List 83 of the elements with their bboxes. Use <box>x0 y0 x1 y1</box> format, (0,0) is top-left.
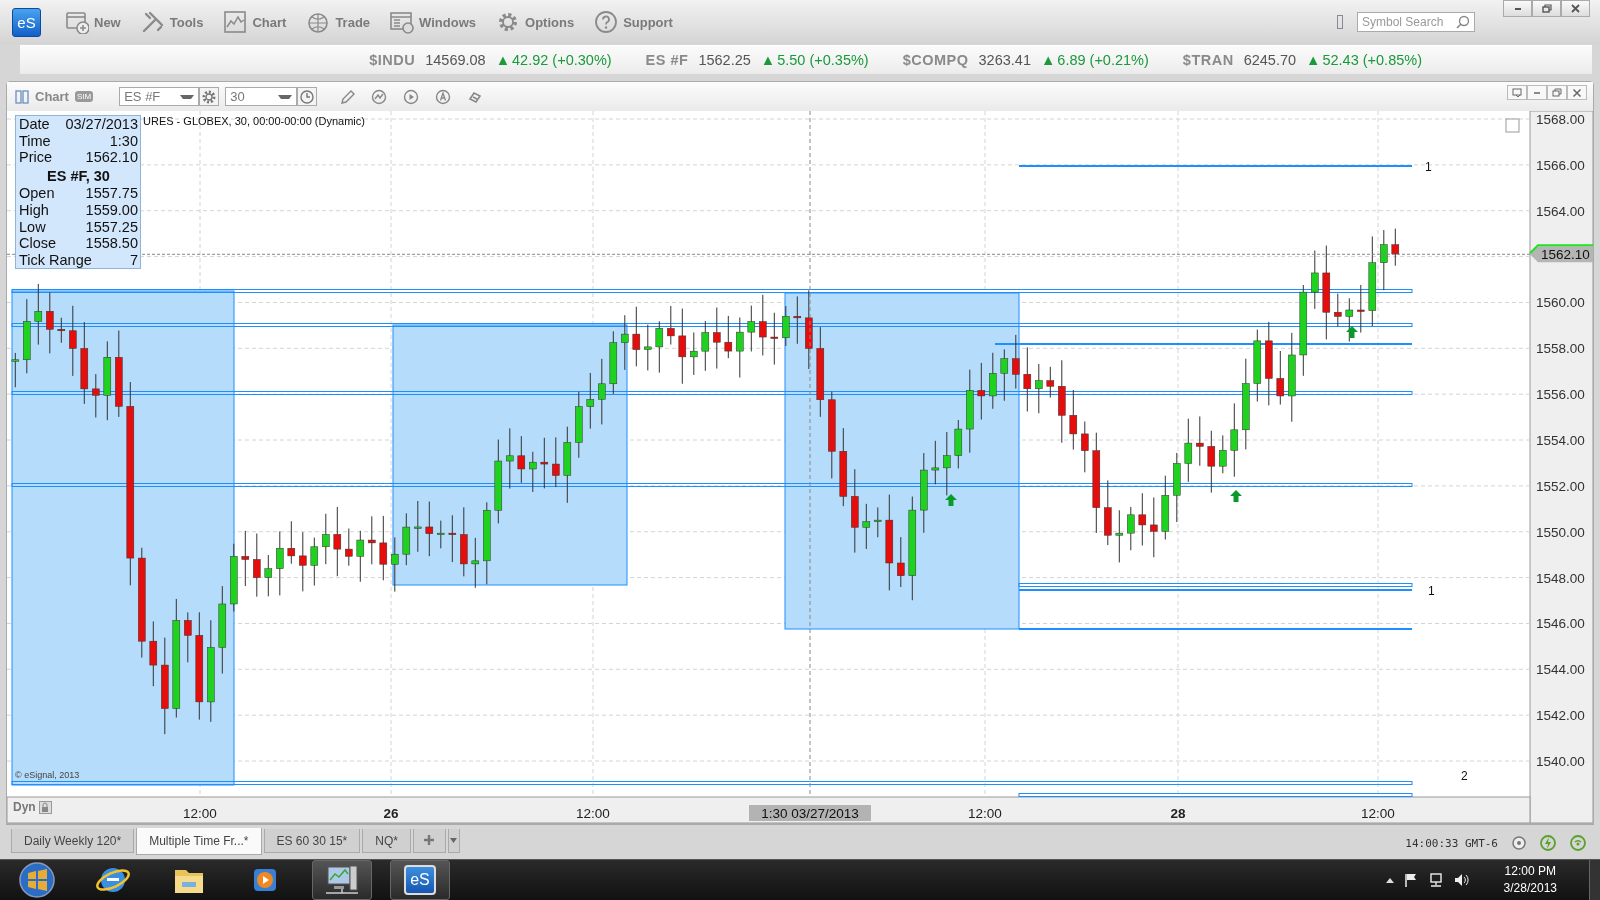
tab[interactable]: Multiple Time Fr...* <box>136 828 262 855</box>
time-label: 28 <box>1170 806 1186 821</box>
ticker-price: 1562.25 <box>698 52 751 68</box>
toolbar-button[interactable]: Chart <box>219 8 291 36</box>
data-value: 1558.50 <box>85 235 138 252</box>
data-label: Close <box>19 235 57 252</box>
line-label: 1 <box>1425 160 1432 174</box>
toolbar-button[interactable]: Windows <box>386 8 480 36</box>
data-label: High <box>19 201 49 219</box>
toolbar-button[interactable]: Support <box>590 8 677 36</box>
ticker-change: 5.50 (+0.35%) <box>777 52 869 68</box>
data-value: 03/27/2013 <box>65 116 138 133</box>
data-label: Tick Range <box>19 251 92 269</box>
data-heading: ES #F, 30 <box>46 167 111 185</box>
copyright-text: © eSignal, 2013 <box>15 770 80 780</box>
price-label: 1544.00 <box>1536 662 1585 678</box>
line-label: 2 <box>1461 769 1468 783</box>
price-label: 1556.00 <box>1536 387 1585 403</box>
change-arrow: ▲ <box>760 52 776 68</box>
price-label: 1558.00 <box>1536 341 1585 357</box>
symbol-dropdown[interactable]: ES #F <box>119 87 200 106</box>
toolbar-button[interactable]: Tools <box>136 8 208 36</box>
ticker-price: 6245.70 <box>1243 52 1297 68</box>
ticker-price: 3263.41 <box>978 52 1031 68</box>
price-label: 1554.00 <box>1536 433 1585 448</box>
toolbar-button[interactable]: Trade <box>302 8 375 36</box>
price-label: 1552.00 <box>1536 478 1585 494</box>
ticker-price: 14569.08 <box>425 52 486 68</box>
price-label: 1568.00 <box>1536 112 1585 127</box>
taskbar-button[interactable]: eS <box>390 860 450 900</box>
data-value: 1557.75 <box>85 185 138 202</box>
data-value: 1557.25 <box>85 218 138 236</box>
crosshair-time-label: 1:30 03/27/2013 <box>749 805 871 821</box>
data-label: Date <box>19 116 50 133</box>
time-label: 12:00 <box>576 806 610 821</box>
ticker-symbol[interactable]: $TRAN <box>1182 52 1234 68</box>
ticker-symbol[interactable]: ES #F <box>645 52 689 68</box>
current-price-tag: 1562.10 <box>1529 244 1593 263</box>
status-time: 14:00:33 GMT-6 <box>1405 836 1498 850</box>
ticker-change: 52.43 (+0.85%) <box>1322 52 1422 68</box>
price-label: 1542.00 <box>1536 708 1585 724</box>
app-logo: eS <box>404 865 436 895</box>
clock-time[interactable]: 12:00 PM <box>1503 863 1557 880</box>
price-label: 1564.00 <box>1536 203 1585 219</box>
price-label: 1550.00 <box>1536 524 1585 540</box>
time-label: 12:00 <box>968 806 1002 821</box>
tab[interactable]: ES 60 30 15* <box>263 829 361 853</box>
price-label: 1566.00 <box>1536 157 1585 173</box>
data-value: 7 <box>129 251 138 269</box>
price-label: 1548.00 <box>1536 570 1585 586</box>
chart-legend: URES - GLOBEX, 30, 00:00-00:00 (Dynamic) <box>143 115 365 127</box>
search-field[interactable]: Symbol Search <box>1357 12 1475 32</box>
time-label: 26 <box>383 806 399 821</box>
data-value: 1562.10 <box>85 149 138 166</box>
mode-label[interactable]: Dyn <box>13 800 36 814</box>
chart-title: Chart <box>35 89 69 104</box>
data-value: 1:30 <box>109 132 138 150</box>
app-logo[interactable]: eS <box>12 7 41 37</box>
change-arrow: ▲ <box>1306 52 1321 68</box>
data-label: Low <box>19 218 46 236</box>
sim-badge: SIM <box>74 91 94 102</box>
data-label: Price <box>19 149 53 166</box>
change-arrow: ▲ <box>1040 52 1056 68</box>
tab[interactable]: NQ* <box>362 829 411 853</box>
data-value: 1559.00 <box>85 201 138 219</box>
time-label: 12:00 <box>1361 806 1395 821</box>
toolbar-button[interactable]: Options <box>492 8 579 36</box>
ticker-change: 6.89 (+0.21%) <box>1057 52 1149 68</box>
clock-date[interactable]: 3/28/2013 <box>1503 880 1557 897</box>
interval-dropdown[interactable]: 30 <box>225 87 298 106</box>
line-label: 1 <box>1428 584 1435 598</box>
toolbar-button[interactable]: New <box>61 8 125 36</box>
data-label: Time <box>19 132 51 150</box>
ticker-symbol[interactable]: $INDU <box>369 52 416 68</box>
ticker-symbol[interactable]: $COMPQ <box>902 52 969 68</box>
ticker-change: 42.92 (+0.30%) <box>512 52 612 68</box>
data-label: Open <box>19 185 55 202</box>
price-label: 1540.00 <box>1536 754 1585 770</box>
price-label: 1546.00 <box>1536 616 1585 632</box>
tab[interactable]: Daily Weekly 120* <box>11 829 135 853</box>
price-label: 1560.00 <box>1536 295 1585 311</box>
change-arrow: ▲ <box>495 52 511 68</box>
time-label: 12:00 <box>183 806 217 821</box>
